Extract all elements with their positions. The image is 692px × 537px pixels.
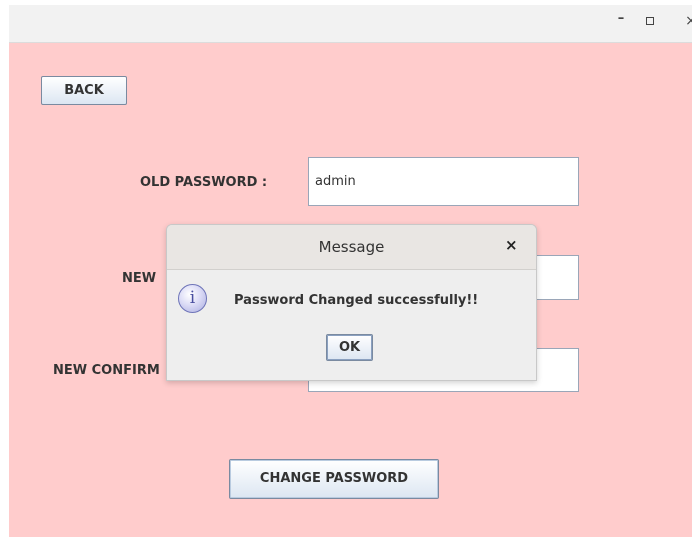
message-dialog: Message × i Password Changed successfull… — [166, 224, 537, 381]
app-window: – × BACK OLD PASSWORD : admin NEW NEW CO… — [9, 5, 692, 537]
confirm-password-label: NEW CONFIRM — [53, 363, 160, 378]
window-titlebar: – × — [9, 5, 692, 43]
dialog-title: Message — [318, 238, 385, 256]
old-password-label: OLD PASSWORD : — [140, 175, 268, 190]
info-icon: i — [178, 284, 207, 313]
maximize-icon — [646, 17, 654, 25]
maximize-button[interactable] — [641, 13, 659, 29]
old-password-field[interactable]: admin — [308, 157, 579, 206]
back-button[interactable]: BACK — [41, 76, 127, 105]
dialog-close-button[interactable]: × — [505, 236, 518, 254]
window-close-button[interactable]: × — [682, 13, 692, 29]
new-password-label: NEW — [122, 271, 157, 286]
minimize-button[interactable]: – — [612, 11, 630, 26]
change-password-button[interactable]: CHANGE PASSWORD — [229, 459, 439, 499]
ok-button[interactable]: OK — [326, 334, 373, 361]
dialog-titlebar: Message × — [167, 225, 536, 270]
dialog-message: Password Changed successfully!! — [234, 293, 479, 308]
